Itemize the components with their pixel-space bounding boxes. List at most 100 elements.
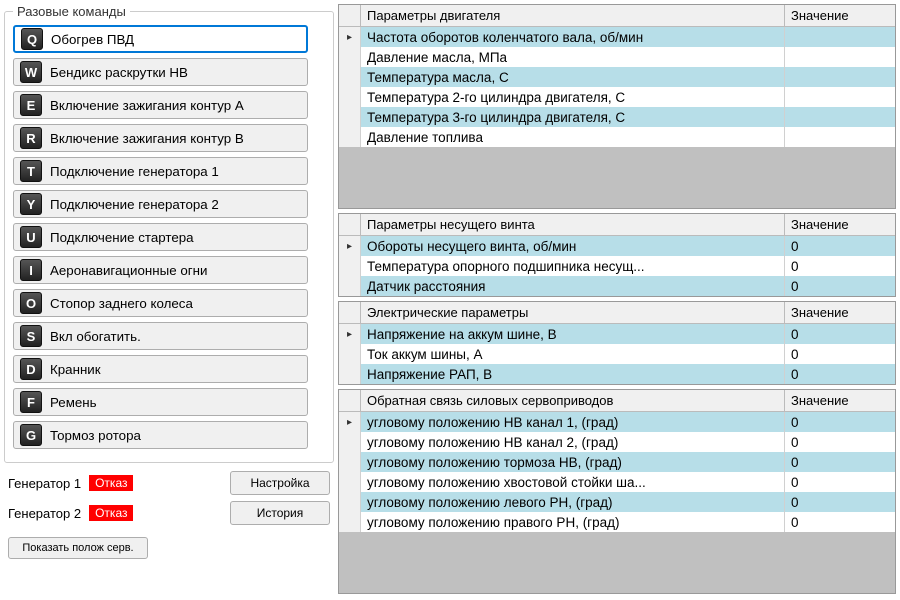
cell-param: Давление масла, МПа — [361, 47, 785, 67]
settings-button[interactable]: Настройка — [230, 471, 330, 495]
generator2-status: Отказ — [89, 505, 133, 521]
history-button[interactable]: История — [230, 501, 330, 525]
table-row[interactable]: Датчик расстояния0 — [339, 276, 895, 296]
cell-param: Температура 2-го цилиндра двигателя, С — [361, 87, 785, 107]
grid-corner — [339, 302, 361, 323]
cell-value: 0 — [785, 472, 895, 492]
cell-param: Температура опорного подшипника несущ... — [361, 256, 785, 276]
command-button[interactable]: WБендикс раскрутки НВ — [13, 58, 308, 86]
row-marker: ▸ — [339, 236, 361, 256]
column-header[interactable]: Параметры двигателя — [361, 5, 785, 26]
cell-value: 0 — [785, 432, 895, 452]
left-panel: Разовые команды QОбогрев ПВДWБендикс рас… — [4, 4, 334, 594]
table-row[interactable]: Температура опорного подшипника несущ...… — [339, 256, 895, 276]
table-row[interactable]: ▸угловому положению НВ канал 1, (град)0 — [339, 412, 895, 432]
cell-value: 0 — [785, 236, 895, 256]
table-row[interactable]: Ток аккум шины, А0 — [339, 344, 895, 364]
command-button[interactable]: T Подключение генератора 1 — [13, 157, 308, 185]
grid-body: ▸Частота оборотов коленчатого вала, об/м… — [339, 27, 895, 208]
row-marker: ▸ — [339, 324, 361, 344]
grid-corner — [339, 5, 361, 26]
command-button[interactable]: EВключение зажигания контур А — [13, 91, 308, 119]
keycap-icon: F — [20, 391, 42, 413]
cell-param: Напряжение на аккум шине, В — [361, 324, 785, 344]
command-button[interactable]: IАеронавигационные огни — [13, 256, 308, 284]
row-marker — [339, 276, 361, 296]
keycap-icon: T — [20, 160, 42, 182]
table-row[interactable]: ▸Частота оборотов коленчатого вала, об/м… — [339, 27, 895, 47]
grid-empty-area — [339, 532, 895, 593]
table-row[interactable]: угловому положению левого РН, (град)0 — [339, 492, 895, 512]
command-label: Подключение стартера — [50, 230, 194, 245]
cell-value — [785, 107, 895, 127]
column-header[interactable]: Обратная связь силовых сервоприводов — [361, 390, 785, 411]
row-marker — [339, 47, 361, 67]
cell-value: 0 — [785, 256, 895, 276]
command-button[interactable]: GТормоз ротора — [13, 421, 308, 449]
grid-empty-area — [339, 147, 895, 208]
row-marker: ▸ — [339, 412, 361, 432]
table-row[interactable]: Температура масла, С — [339, 67, 895, 87]
table-row[interactable]: ▸Обороты несущего винта, об/мин0 — [339, 236, 895, 256]
table-row[interactable]: Температура 3-го цилиндра двигателя, С — [339, 107, 895, 127]
column-header[interactable]: Значение — [785, 302, 895, 323]
column-header[interactable]: Значение — [785, 214, 895, 235]
row-marker — [339, 364, 361, 384]
table-row[interactable]: ▸Напряжение на аккум шине, В0 — [339, 324, 895, 344]
row-marker — [339, 87, 361, 107]
column-header[interactable]: Параметры несущего винта — [361, 214, 785, 235]
table-row[interactable]: угловому положению правого РН, (град)0 — [339, 512, 895, 532]
table-row[interactable]: угловому положению НВ канал 2, (град)0 — [339, 432, 895, 452]
row-marker — [339, 127, 361, 147]
grid-corner — [339, 214, 361, 235]
keycap-icon: O — [20, 292, 42, 314]
grid-body: ▸угловому положению НВ канал 1, (град)0у… — [339, 412, 895, 593]
right-panel: Параметры двигателяЗначение▸Частота обор… — [338, 4, 896, 594]
command-label: Включение зажигания контур В — [50, 131, 244, 146]
grid-header: Электрические параметрыЗначение — [339, 302, 895, 324]
cell-value — [785, 127, 895, 147]
row-marker — [339, 107, 361, 127]
row-marker — [339, 67, 361, 87]
command-button[interactable]: DКранник — [13, 355, 308, 383]
command-button[interactable]: YПодключение генератора 2 — [13, 190, 308, 218]
command-button[interactable]: F Ремень — [13, 388, 308, 416]
column-header[interactable]: Значение — [785, 390, 895, 411]
cell-param: Обороты несущего винта, об/мин — [361, 236, 785, 256]
table-row[interactable]: Давление топлива — [339, 127, 895, 147]
cell-value — [785, 67, 895, 87]
show-servo-button[interactable]: Показать полож серв. — [8, 537, 148, 559]
command-label: Ремень — [50, 395, 97, 410]
command-label: Аеронавигационные огни — [50, 263, 207, 278]
cell-value: 0 — [785, 492, 895, 512]
command-button[interactable]: UПодключение стартера — [13, 223, 308, 251]
command-label: Тормоз ротора — [50, 428, 141, 443]
cell-param: угловому положению хвостовой стойки ша..… — [361, 472, 785, 492]
column-header[interactable]: Электрические параметры — [361, 302, 785, 323]
command-label: Стопор заднего колеса — [50, 296, 193, 311]
cell-value: 0 — [785, 412, 895, 432]
data-grid: Параметры двигателяЗначение▸Частота обор… — [338, 4, 896, 209]
cell-param: угловому положению правого РН, (град) — [361, 512, 785, 532]
keycap-icon: E — [20, 94, 42, 116]
row-marker: ▸ — [339, 27, 361, 47]
command-button[interactable]: SВкл обогатить. — [13, 322, 308, 350]
command-button[interactable]: QОбогрев ПВД — [13, 25, 308, 53]
table-row[interactable]: Давление масла, МПа — [339, 47, 895, 67]
data-grid: Электрические параметрыЗначение▸Напряжен… — [338, 301, 896, 385]
table-row[interactable]: угловому положению хвостовой стойки ша..… — [339, 472, 895, 492]
column-header[interactable]: Значение — [785, 5, 895, 26]
command-button[interactable]: RВключение зажигания контур В — [13, 124, 308, 152]
cell-value — [785, 27, 895, 47]
table-row[interactable]: Температура 2-го цилиндра двигателя, С — [339, 87, 895, 107]
command-label: Подключение генератора 1 — [50, 164, 219, 179]
command-label: Бендикс раскрутки НВ — [50, 65, 188, 80]
command-label: Вкл обогатить. — [50, 329, 141, 344]
cell-param: Частота оборотов коленчатого вала, об/ми… — [361, 27, 785, 47]
command-button[interactable]: O Стопор заднего колеса — [13, 289, 308, 317]
table-row[interactable]: угловому положению тормоза НВ, (град)0 — [339, 452, 895, 472]
data-grid: Параметры несущего винтаЗначение▸Обороты… — [338, 213, 896, 297]
cell-value: 0 — [785, 344, 895, 364]
grid-corner — [339, 390, 361, 411]
table-row[interactable]: Напряжение РАП, В0 — [339, 364, 895, 384]
